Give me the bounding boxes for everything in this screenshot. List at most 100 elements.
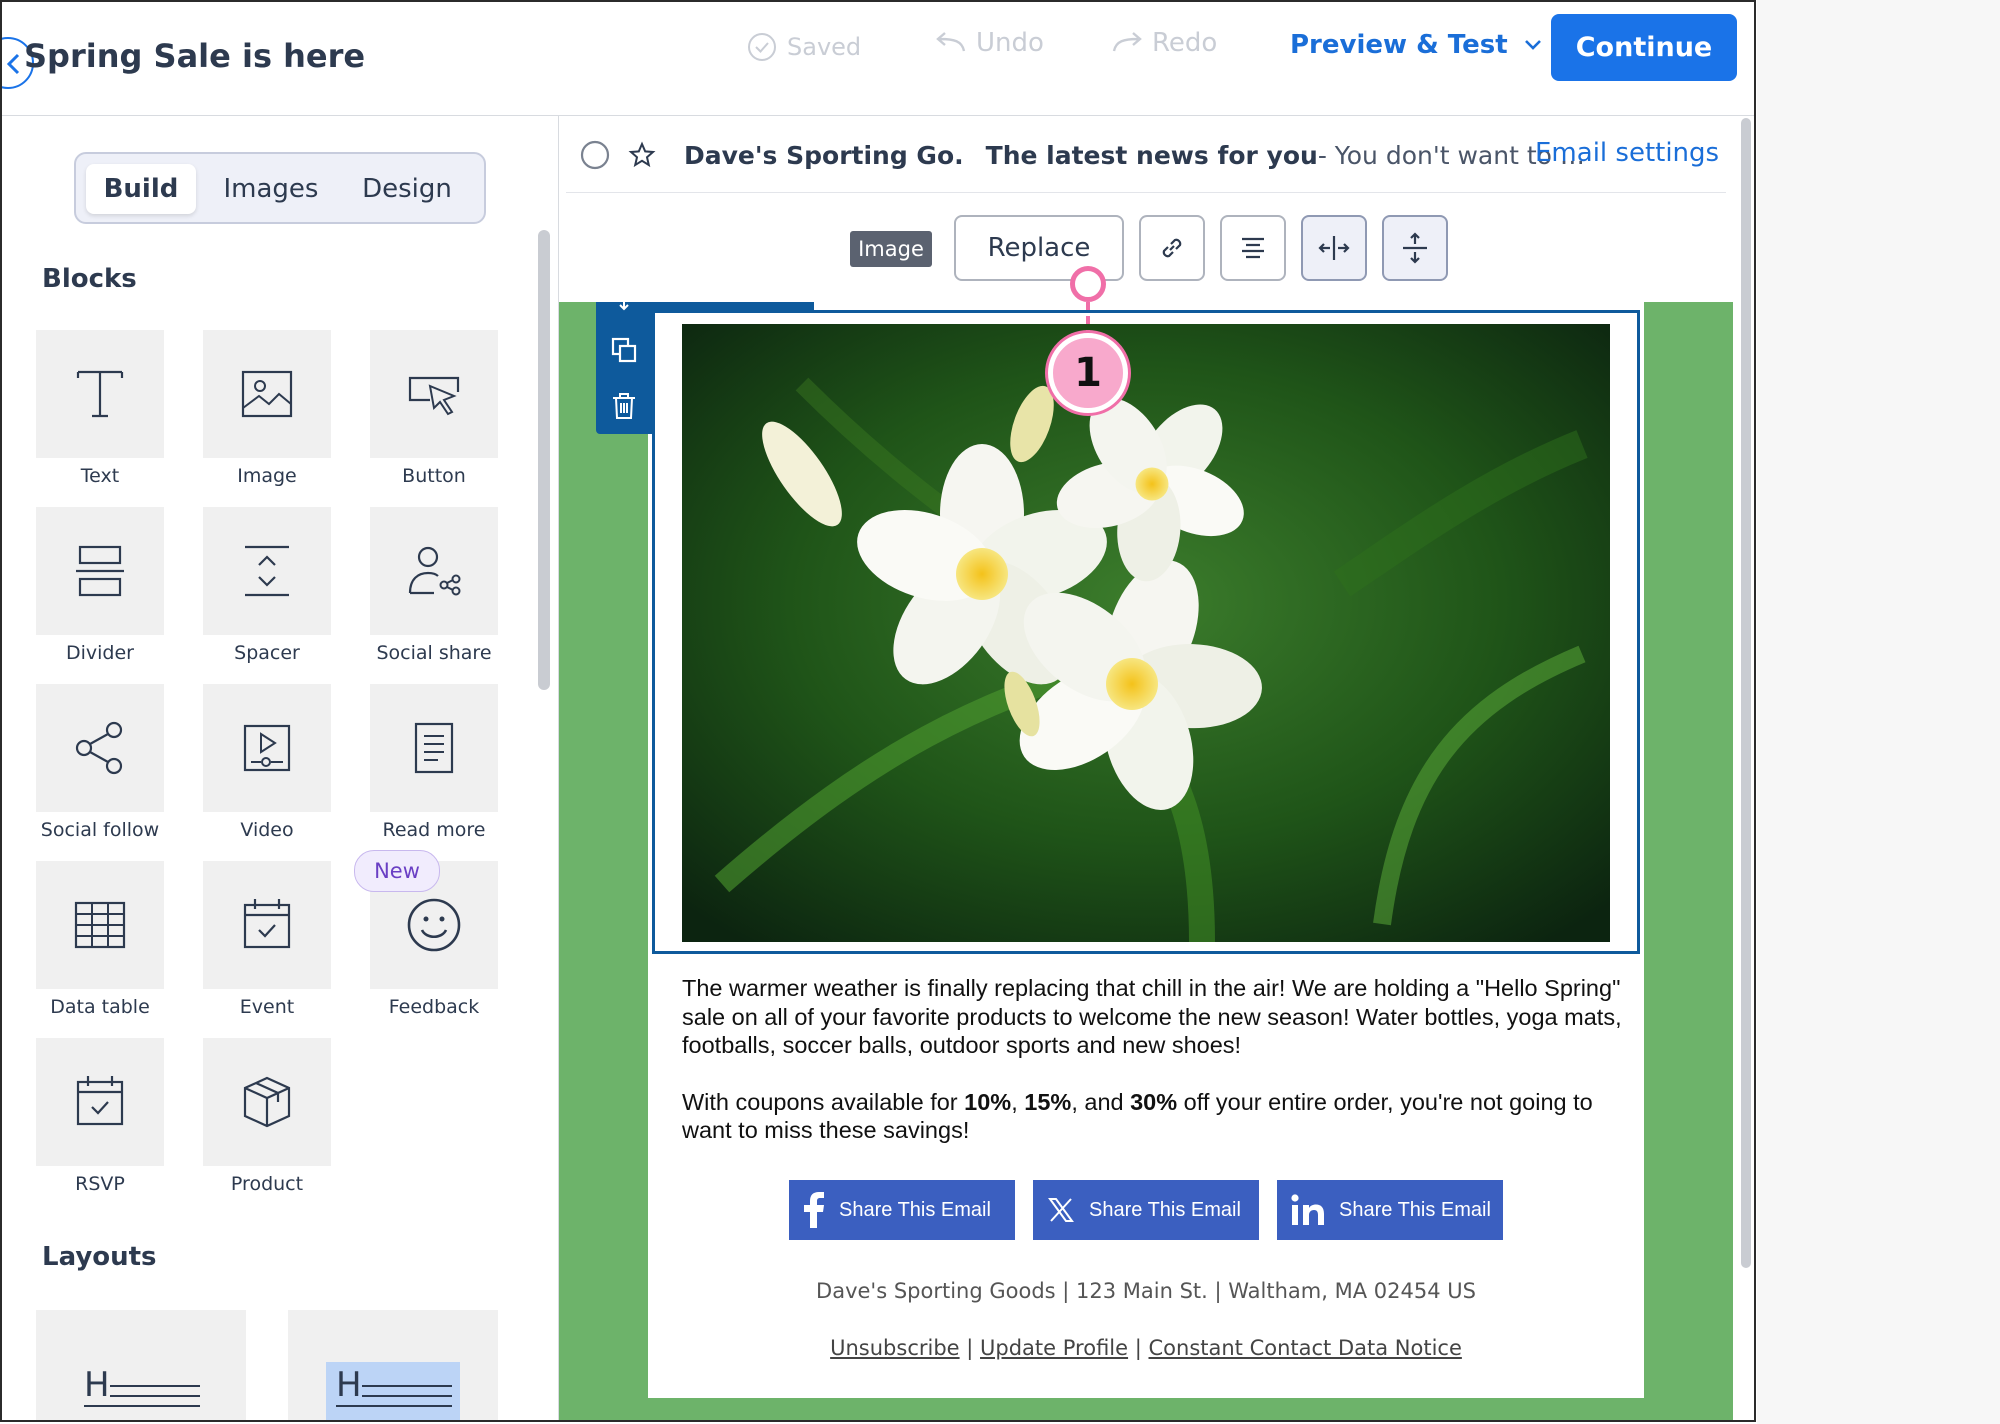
block-product[interactable] <box>203 1038 331 1166</box>
block-type-tag: Image <box>850 231 932 267</box>
block-social-share[interactable] <box>370 507 498 635</box>
chevron-left-icon <box>6 53 20 75</box>
undo-button[interactable]: Undo <box>934 28 1044 58</box>
duplicate-block-button[interactable] <box>596 322 652 378</box>
heading-text-layout-icon: H <box>326 1362 460 1420</box>
discount-10: 10% <box>964 1088 1012 1115</box>
update-profile-link[interactable]: Update Profile <box>980 1336 1128 1360</box>
email-settings-link[interactable]: Email settings <box>1535 138 1719 168</box>
link-button[interactable] <box>1139 215 1205 281</box>
block-button[interactable] <box>370 330 498 458</box>
saved-status: Saved <box>747 32 861 62</box>
blocks-heading: Blocks <box>42 264 137 294</box>
email-editor-window: Spring Sale is here Saved Undo Redo Prev… <box>0 0 1756 1422</box>
data-notice-link[interactable]: Constant Contact Data Notice <box>1149 1336 1462 1360</box>
canvas-scrollbar[interactable] <box>1741 118 1751 1268</box>
layout-option-2[interactable]: H <box>288 1310 498 1420</box>
full-width-button[interactable] <box>1301 215 1367 281</box>
footer-address: Dave's Sporting Goods | 123 Main St. | W… <box>816 1279 1476 1303</box>
block-label-event: Event <box>239 996 295 1018</box>
button-icon <box>408 376 460 416</box>
email-body-text[interactable]: The warmer weather is finally replacing … <box>682 974 1622 1173</box>
discount-15: 15% <box>1024 1088 1072 1115</box>
spacer-icon <box>245 545 289 597</box>
block-data-table[interactable] <box>36 861 164 989</box>
sender-name: Dave's Sporting Go. <box>684 140 964 170</box>
delete-block-button[interactable] <box>596 378 652 434</box>
block-text[interactable] <box>36 330 164 458</box>
plumeria-flowers-photo <box>682 324 1610 942</box>
x-icon <box>1048 1198 1074 1222</box>
step-callout-badge: 1 <box>1048 333 1128 413</box>
unsubscribe-link[interactable]: Unsubscribe <box>830 1336 959 1360</box>
link-icon <box>1162 238 1182 258</box>
move-block-button[interactable] <box>596 292 652 316</box>
block-divider[interactable] <box>36 507 164 635</box>
right-blank-area <box>1757 0 2000 1424</box>
email-info-bar: Dave's Sporting Go. The latest news for … <box>580 133 1585 177</box>
block-label-data-table: Data table <box>50 996 150 1018</box>
full-height-button[interactable] <box>1382 215 1448 281</box>
expand-vertical-icon <box>1403 232 1427 264</box>
share-x-button[interactable]: Share This Email <box>1033 1180 1259 1240</box>
share-label: Share This Email <box>1089 1198 1241 1221</box>
check-circle-icon <box>748 33 776 61</box>
copy-icon <box>611 337 637 363</box>
new-badge: New <box>354 850 440 892</box>
share-label: Share This Email <box>839 1198 991 1221</box>
block-label-image: Image <box>237 465 297 487</box>
trash-icon <box>613 393 635 419</box>
block-label-button: Button <box>402 465 466 487</box>
layouts-heading: Layouts <box>42 1242 157 1272</box>
linkedin-icon <box>1291 1194 1324 1225</box>
block-read-more[interactable] <box>370 684 498 812</box>
heading-text-layout-icon: H <box>84 1365 200 1407</box>
read-more-icon <box>414 722 454 774</box>
svg-text:H: H <box>84 1365 110 1405</box>
undo-icon <box>936 32 966 52</box>
expand-horizontal-icon <box>1318 236 1350 260</box>
hero-image[interactable] <box>682 324 1610 942</box>
event-icon <box>243 899 291 949</box>
redo-icon <box>1112 32 1142 52</box>
video-icon <box>243 724 291 772</box>
layout-option-1[interactable]: H <box>36 1310 246 1420</box>
social-share-icon <box>408 546 461 596</box>
block-label-divider: Divider <box>66 642 134 664</box>
redo-label: Redo <box>1152 28 1218 58</box>
block-label-video: Video <box>240 819 294 841</box>
star-icon[interactable] <box>628 141 656 169</box>
facebook-icon <box>804 1192 824 1228</box>
preview-test-dropdown[interactable]: Preview & Test <box>1290 30 1542 60</box>
redo-button[interactable]: Redo <box>1110 28 1217 58</box>
block-event[interactable] <box>203 861 331 989</box>
footer-links: Unsubscribe | Update Profile | Constant … <box>830 1336 1462 1360</box>
block-label-spacer: Spacer <box>234 642 300 664</box>
block-image[interactable] <box>203 330 331 458</box>
sidebar-scrollbar[interactable] <box>538 230 550 690</box>
feedback-icon <box>407 898 461 952</box>
tab-design[interactable]: Design <box>340 164 474 214</box>
block-spacer[interactable] <box>203 507 331 635</box>
tab-images[interactable]: Images <box>206 164 336 214</box>
social-follow-icon <box>75 721 123 775</box>
sidebar-tabs: Build Images Design <box>74 152 486 224</box>
block-label-social-share: Social share <box>376 642 492 664</box>
paragraph-coupons: With coupons available for 10%, 15%, and… <box>682 1088 1593 1144</box>
block-rsvp[interactable] <box>36 1038 164 1166</box>
block-social-follow[interactable] <box>36 684 164 812</box>
tab-build[interactable]: Build <box>86 164 196 214</box>
share-facebook-button[interactable]: Share This Email <box>789 1180 1015 1240</box>
block-label-social-follow: Social follow <box>40 819 160 841</box>
align-button[interactable] <box>1220 215 1286 281</box>
campaign-title[interactable]: Spring Sale is here <box>24 37 365 75</box>
block-label-rsvp: RSVP <box>75 1173 125 1195</box>
select-circle-icon[interactable] <box>580 140 610 170</box>
block-label-feedback: Feedback <box>388 996 480 1018</box>
block-action-bar <box>596 298 652 434</box>
continue-button[interactable]: Continue <box>1551 14 1737 81</box>
paragraph-intro: The warmer weather is finally replacing … <box>682 975 1622 1058</box>
discount-30: 30% <box>1130 1088 1178 1115</box>
block-video[interactable] <box>203 684 331 812</box>
share-linkedin-button[interactable]: Share This Email <box>1277 1180 1503 1240</box>
